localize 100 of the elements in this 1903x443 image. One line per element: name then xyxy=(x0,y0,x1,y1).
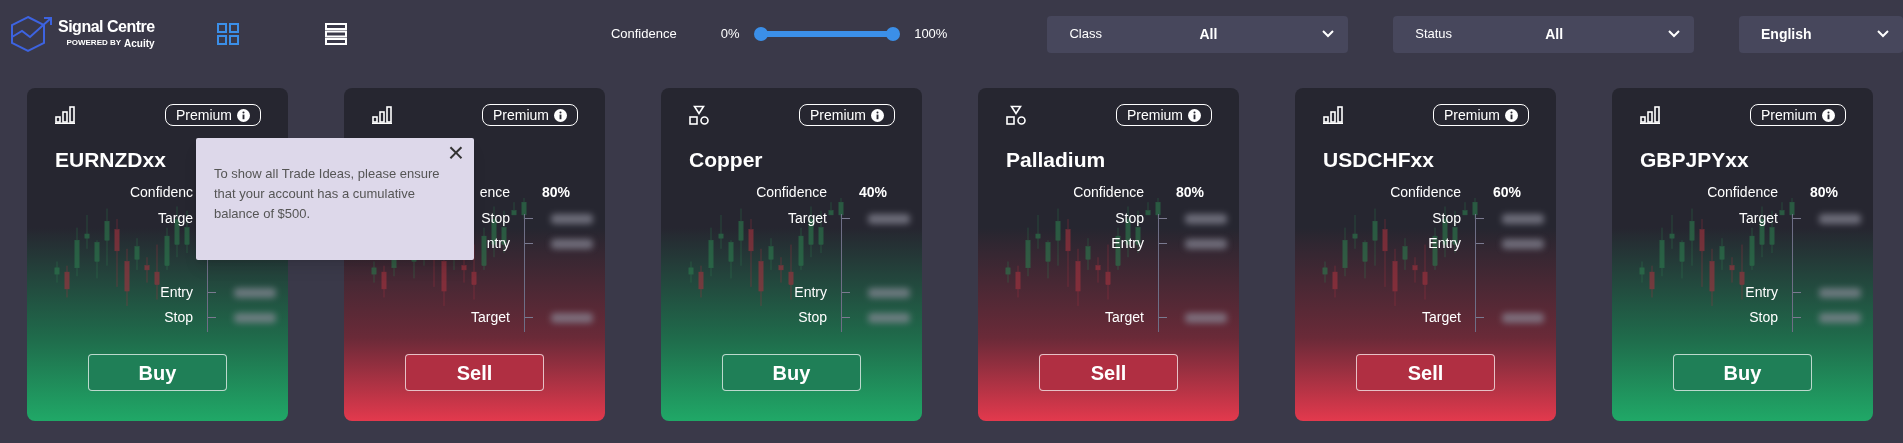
chevron-down-icon xyxy=(1668,30,1681,38)
trade-card[interactable]: Premium Palladium Confidence 80% Stop Entry Target Sell xyxy=(978,88,1239,421)
candle xyxy=(698,265,704,298)
candle xyxy=(1085,237,1091,271)
candle xyxy=(521,198,527,220)
slider-thumb[interactable] xyxy=(754,27,769,41)
blurred-value xyxy=(868,312,910,323)
candle xyxy=(164,227,170,271)
candle xyxy=(134,237,140,271)
level-label: Target xyxy=(1422,308,1461,327)
dropdown[interactable]: Status All xyxy=(1393,15,1695,53)
blurred-value xyxy=(1185,312,1227,323)
candle xyxy=(828,201,834,216)
candle xyxy=(1322,261,1328,283)
candle xyxy=(1372,208,1378,266)
close-button[interactable]: × xyxy=(447,138,464,168)
confidence-value: 80% xyxy=(1176,182,1205,202)
blurred-value xyxy=(1819,312,1861,323)
grid-view-icon[interactable] xyxy=(216,23,239,45)
candle xyxy=(1392,248,1398,307)
blurred-value xyxy=(1502,312,1544,323)
candle xyxy=(381,265,387,298)
instrument-name: EURNZDxx xyxy=(55,148,166,171)
premium-badge[interactable]: Premium xyxy=(1116,104,1212,126)
range-slider[interactable] xyxy=(754,27,901,41)
confidence-label: Confidence xyxy=(1390,182,1461,202)
trade-card[interactable]: Premium USDCHFxx Confidence 60% Stop Entry Target Sell xyxy=(1295,88,1556,421)
candle xyxy=(1332,265,1338,298)
candle xyxy=(481,227,487,271)
candle xyxy=(1045,240,1051,279)
candle xyxy=(778,256,784,283)
dropdown[interactable]: Class All xyxy=(1047,15,1349,53)
blurred-value xyxy=(1819,287,1861,298)
trade-card[interactable]: Premium GBPJPYxx Confidence 80% Target Entry Stop Buy xyxy=(1612,88,1873,421)
confidence-label: Confidence xyxy=(1707,182,1778,202)
candle xyxy=(758,248,764,307)
buy-button[interactable]: Buy xyxy=(88,354,227,391)
candle xyxy=(708,227,714,277)
level-label: Target xyxy=(1739,209,1778,228)
slider-thumb[interactable] xyxy=(886,27,901,41)
blurred-value xyxy=(868,213,910,224)
candle xyxy=(1639,261,1645,283)
premium-badge[interactable]: Premium xyxy=(799,104,895,126)
level-label: Target xyxy=(788,209,827,228)
blurred-value xyxy=(1819,213,1861,224)
logo-title: Signal Centre xyxy=(58,17,155,36)
level-label: Stop xyxy=(1115,209,1144,228)
instrument-name: Copper xyxy=(689,148,763,171)
trade-card[interactable]: Premium Copper Confidence 40% Target Entry Stop Buy xyxy=(661,88,922,421)
blurred-value xyxy=(234,312,276,323)
candle xyxy=(1155,198,1161,220)
info-icon xyxy=(1188,108,1201,122)
level-label: Entry xyxy=(160,283,193,302)
candle xyxy=(1005,261,1011,283)
shapes-icon xyxy=(689,105,709,125)
candle xyxy=(1659,227,1665,277)
info-icon xyxy=(1505,108,1518,122)
min-label: 0% xyxy=(720,25,740,44)
premium-badge[interactable]: Premium xyxy=(1750,104,1846,126)
candle xyxy=(54,261,60,283)
candle xyxy=(1729,256,1735,283)
confidence-value: 80% xyxy=(542,182,571,202)
dropdown[interactable]: English xyxy=(1739,15,1903,53)
sell-button[interactable]: Sell xyxy=(1356,354,1495,391)
candle xyxy=(114,218,120,288)
candle xyxy=(748,218,754,288)
candle xyxy=(1342,227,1348,277)
candle xyxy=(1065,218,1071,288)
candle xyxy=(1699,218,1705,288)
sell-button[interactable]: Sell xyxy=(1039,354,1178,391)
candle xyxy=(768,237,774,271)
level-label: Entry xyxy=(794,283,827,302)
premium-badge[interactable]: Premium xyxy=(482,104,578,126)
level-label: Stop xyxy=(164,308,193,327)
candle xyxy=(838,198,844,220)
premium-badge[interactable]: Premium xyxy=(1433,104,1529,126)
candle xyxy=(94,240,100,279)
list-view-icon[interactable] xyxy=(324,23,347,45)
candle xyxy=(1105,244,1111,300)
candle xyxy=(1382,218,1388,288)
candle xyxy=(1055,208,1061,266)
buy-button[interactable]: Buy xyxy=(1673,354,1812,391)
candle xyxy=(1472,198,1478,220)
blurred-value xyxy=(551,238,593,249)
confidence-label: Confidence xyxy=(756,182,827,202)
confidence-label: Confidenc xyxy=(129,182,193,202)
candle xyxy=(1095,256,1101,283)
bar-chart-icon xyxy=(1640,106,1660,124)
confidence-filter-label: Confidence xyxy=(610,25,677,44)
confidence-value: 60% xyxy=(1493,182,1522,202)
sell-button[interactable]: Sell xyxy=(405,354,544,391)
max-label: 100% xyxy=(914,25,948,44)
premium-badge[interactable]: Premium xyxy=(165,104,261,126)
blurred-value xyxy=(1185,213,1227,224)
level-label: Stop xyxy=(1432,209,1461,228)
buy-button[interactable]: Buy xyxy=(722,354,861,391)
level-label: Target xyxy=(471,308,510,327)
candle xyxy=(1719,237,1725,271)
blurred-value xyxy=(1502,213,1544,224)
brand-name: Acuity xyxy=(124,36,155,51)
